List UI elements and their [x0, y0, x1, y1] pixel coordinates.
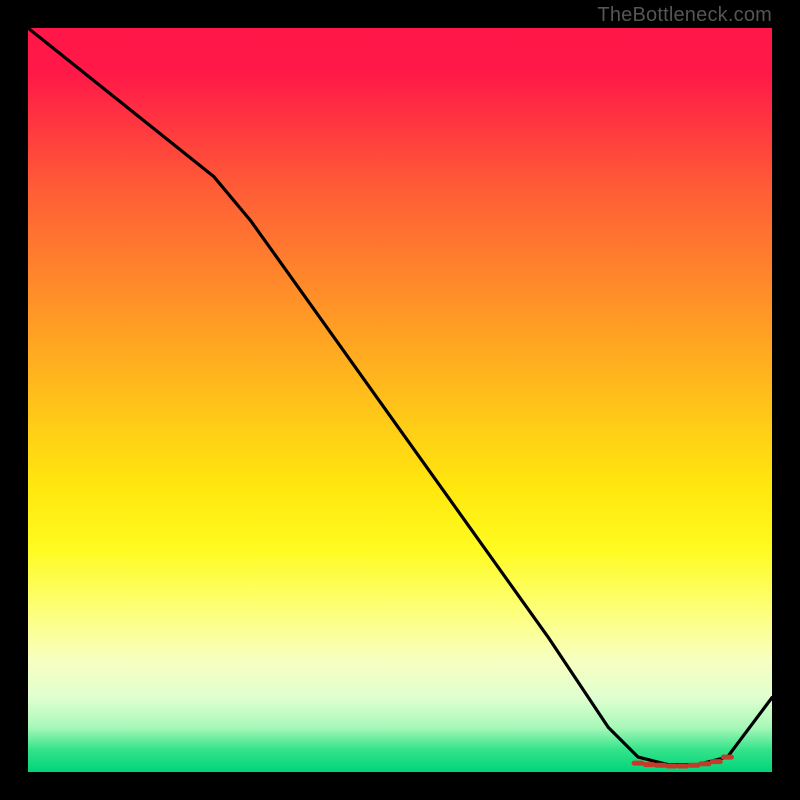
curve-path [28, 28, 772, 765]
chart-svg [28, 28, 772, 772]
chart-container: TheBottleneck.com [0, 0, 800, 800]
series-curve [28, 28, 772, 765]
watermark-text: TheBottleneck.com [597, 4, 772, 27]
